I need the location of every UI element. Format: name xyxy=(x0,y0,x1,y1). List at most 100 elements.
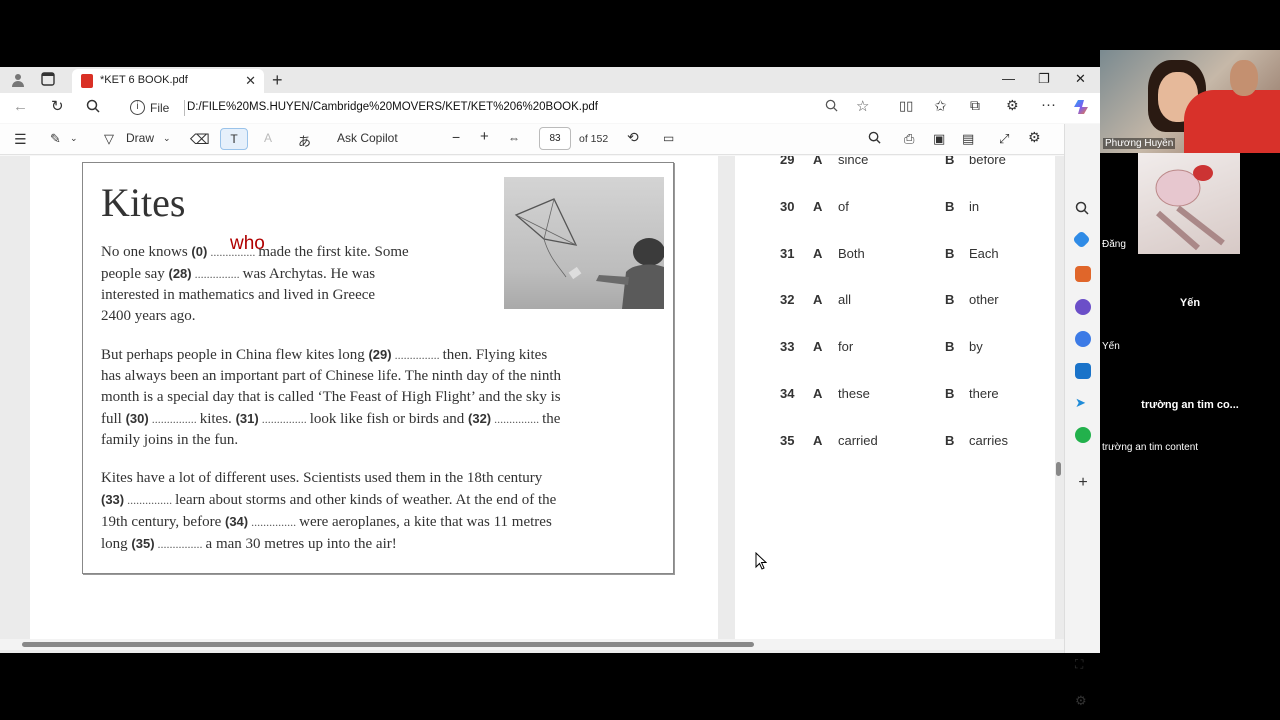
favorite-star-icon[interactable]: ☆ xyxy=(856,97,869,115)
zoom-icon[interactable] xyxy=(825,99,838,115)
answer-row: 32 Aall Bother xyxy=(780,292,1050,310)
pdf-page-right: 29 Asince Bbefore 30 Aof Bin 31 A Both B Each 32 Aal… xyxy=(735,156,1055,640)
text-run: made the first kite. Some xyxy=(258,244,409,260)
fit-page-icon[interactable]: ⇔ xyxy=(508,131,520,145)
save-icon[interactable]: ▣ xyxy=(933,131,945,147)
text-run: the xyxy=(542,411,561,427)
zoom-in-icon[interactable]: + xyxy=(480,128,489,145)
eraser-icon[interactable]: ⌫ xyxy=(190,131,210,148)
address-url[interactable]: D:/FILE%20MS.HUYEN/Cambridge%20MOVERS/KE… xyxy=(187,101,598,113)
games-icon[interactable] xyxy=(1075,299,1091,315)
extensions-icon[interactable]: ⚙ xyxy=(1006,97,1019,114)
kites-text-box: Kites No one knows (0) ............... m… xyxy=(82,162,674,574)
option-letter-a: A xyxy=(813,245,823,261)
highlight-icon[interactable]: ✎ xyxy=(50,131,61,147)
answer-blank: ............... xyxy=(191,267,243,281)
option-letter-b: B xyxy=(945,245,955,261)
close-icon[interactable]: ✕ xyxy=(245,73,256,89)
page-number-input[interactable]: 83 xyxy=(539,127,571,150)
answer-blank: ............... xyxy=(248,515,300,529)
settings-icon[interactable]: ⚙ xyxy=(1028,129,1041,146)
option-letter-b: B xyxy=(945,156,955,167)
option-b: in xyxy=(969,198,980,214)
question-number: (31) xyxy=(235,411,259,426)
question-number: (30) xyxy=(125,411,149,426)
back-icon[interactable]: ← xyxy=(13,98,28,115)
pdf-file-icon xyxy=(81,74,93,88)
question-number: (33) xyxy=(101,492,125,507)
profile-icon[interactable] xyxy=(10,72,26,88)
answer-number: 35 xyxy=(780,432,795,448)
chevron-down-icon[interactable]: ⌄ xyxy=(163,133,171,144)
address-bar[interactable]: i File D:/FILE%20MS.HUYEN/Cambridge%20MO… xyxy=(120,96,880,120)
horizontal-scrollbar[interactable] xyxy=(22,642,754,647)
option-a: these xyxy=(838,386,870,401)
refresh-icon[interactable]: ↻ xyxy=(51,97,64,115)
participant-name-2: Đăng xyxy=(1102,239,1126,250)
answer-number: 33 xyxy=(780,339,795,355)
draw-icon[interactable]: ▽ xyxy=(104,131,114,147)
pdf-viewer[interactable]: Kites No one knows (0) ............... m… xyxy=(0,156,1064,653)
draw-button[interactable]: Draw xyxy=(126,131,154,145)
text-run: But perhaps people in China flew kites l… xyxy=(101,347,369,363)
read-aloud-icon[interactable]: A xyxy=(264,131,272,145)
question-number: (28) xyxy=(168,266,192,281)
translate-icon[interactable]: あ xyxy=(298,131,311,150)
option-letter-a: A xyxy=(813,292,823,308)
page-view-icon[interactable]: ▭ xyxy=(663,131,674,145)
restore-icon[interactable]: ❐ xyxy=(1038,71,1050,87)
copilot-icon[interactable] xyxy=(1074,98,1092,119)
split-screen-icon[interactable]: ▯▯ xyxy=(899,98,913,114)
more-menu-icon[interactable]: ··· xyxy=(1041,96,1056,113)
sidebar-settings-icon[interactable]: ⚙ xyxy=(1075,693,1091,709)
option-b: carries xyxy=(969,432,1009,448)
info-icon[interactable]: i xyxy=(130,100,145,115)
add-sidebar-icon[interactable]: + xyxy=(1075,475,1091,491)
option-letter-b: B xyxy=(945,198,955,214)
tools-icon[interactable] xyxy=(1075,266,1091,282)
option-a: since xyxy=(838,156,869,167)
option-letter-a: A xyxy=(813,339,823,355)
vertical-scrollbar[interactable] xyxy=(1056,462,1061,476)
collections-icon[interactable]: ⧉ xyxy=(970,97,980,114)
option-a: for xyxy=(838,339,854,355)
minimize-icon[interactable]: — xyxy=(1002,71,1015,86)
chevron-down-icon[interactable]: ⌄ xyxy=(70,133,78,144)
rotate-icon[interactable]: ⟲ xyxy=(627,129,639,146)
tab-pdf[interactable]: *KET 6 BOOK.pdf ✕ xyxy=(72,69,264,93)
favorites-icon[interactable]: ✩ xyxy=(934,97,947,115)
print-icon[interactable]: ⎙ xyxy=(904,131,914,147)
fullscreen-icon[interactable]: ⤢ xyxy=(999,131,1009,147)
tab-strip: *KET 6 BOOK.pdf ✕ + — ❐ ✕ xyxy=(0,67,1100,93)
answer-blank: ............... xyxy=(124,493,176,507)
screenshot-icon[interactable]: ⛶ xyxy=(1075,657,1091,673)
option-letter-a: A xyxy=(813,432,823,448)
zoom-out-icon[interactable]: − xyxy=(452,129,460,145)
question-number: (0) xyxy=(191,244,208,259)
shopping-tag-icon[interactable] xyxy=(1072,230,1091,249)
text-run: then. Flying kites xyxy=(442,347,548,363)
window-close-icon[interactable]: ✕ xyxy=(1075,71,1086,87)
text-box-icon[interactable]: T xyxy=(220,128,248,150)
text-run: people say xyxy=(101,266,169,282)
tab-actions-icon[interactable] xyxy=(40,72,56,88)
browser-window: *KET 6 BOOK.pdf ✕ + — ❐ ✕ ← ↻ i File D:/… xyxy=(0,67,1100,708)
new-tab-icon[interactable]: + xyxy=(272,70,283,91)
spotify-icon[interactable] xyxy=(1075,427,1091,443)
tab-title: *KET 6 BOOK.pdf xyxy=(100,74,188,86)
text-run: Kites have a lot of different uses. Scie… xyxy=(101,470,543,486)
question-number: (35) xyxy=(131,536,155,551)
pdf-toolbar: ☰ ✎ ⌄ ▽ Draw ⌄ ⌫ T A あ Ask Copilot − + ⇔… xyxy=(0,124,1100,155)
option-b: Each xyxy=(969,245,999,261)
sidebar-search-icon[interactable] xyxy=(1075,201,1091,217)
save-as-icon[interactable]: ▤ xyxy=(962,131,974,147)
search-icon[interactable] xyxy=(86,99,100,116)
microsoft-365-icon[interactable] xyxy=(1075,331,1091,347)
ask-copilot-button[interactable]: Ask Copilot xyxy=(337,131,398,145)
participant-video-2 xyxy=(1138,153,1240,254)
contents-icon[interactable]: ☰ xyxy=(14,131,27,148)
send-icon[interactable]: ➤ xyxy=(1075,395,1091,411)
find-icon[interactable] xyxy=(868,131,881,147)
option-b: there xyxy=(969,386,999,401)
outlook-icon[interactable] xyxy=(1075,363,1091,379)
